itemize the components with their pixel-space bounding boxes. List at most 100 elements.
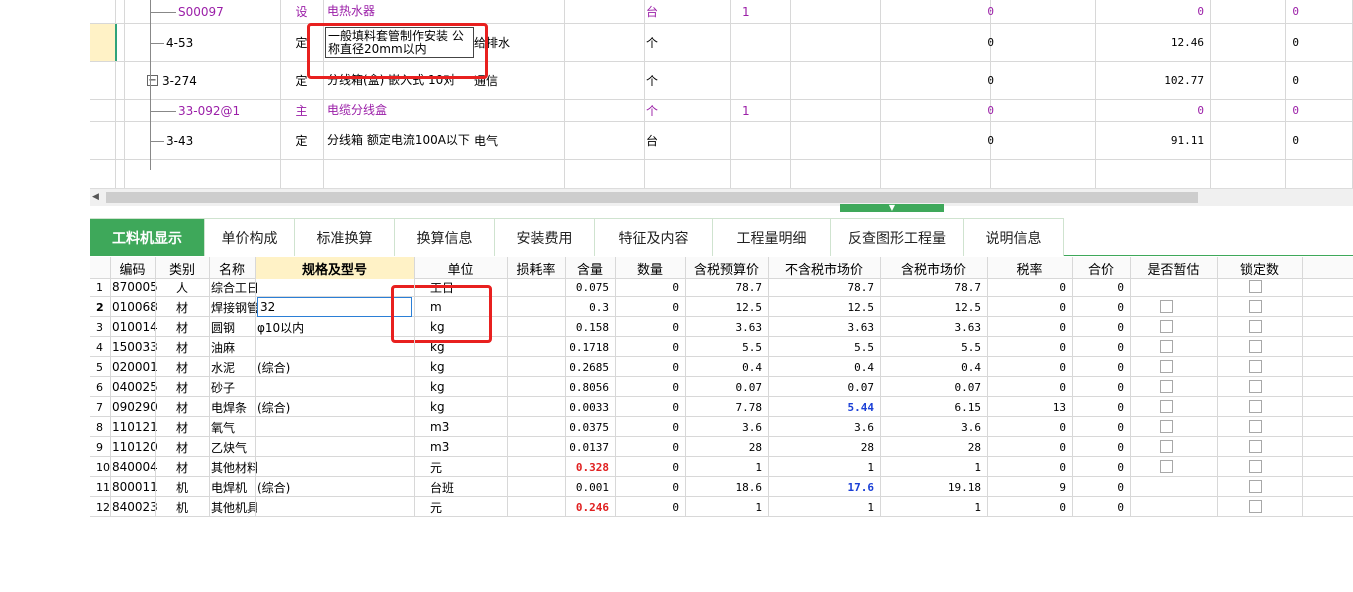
header-3[interactable]: 规格及型号 [255, 257, 414, 279]
table-row[interactable]: 5 020001 材水泥 (综合) kg 0.2685 0 0.4 0.4 0.4 0 0 [90, 357, 1353, 377]
lock-checkbox-icon[interactable] [1249, 420, 1262, 433]
cell-name[interactable]: 水泥 [211, 357, 257, 377]
panel-splitter-chevron-down-icon[interactable]: ▼ [840, 204, 944, 212]
tab-7[interactable]: 工程量明细 [713, 218, 831, 256]
cell-spec[interactable] [257, 497, 416, 517]
cell-content[interactable]: 0.3 [565, 297, 615, 317]
scroll-left-icon[interactable]: ◀ [92, 192, 104, 204]
header-10[interactable]: 含税市场价 [880, 257, 987, 279]
header-14[interactable]: 锁定数 [1217, 257, 1302, 279]
estimate-checkbox-icon[interactable] [1160, 440, 1173, 453]
tab-1[interactable]: 工料机显示 [90, 218, 205, 256]
cell-name[interactable]: 电焊条 [211, 397, 257, 417]
cell-content[interactable]: 0.0033 [565, 397, 615, 417]
header-13[interactable]: 是否暂估 [1130, 257, 1217, 279]
horizontal-scrollbar[interactable]: ◀ [90, 188, 1353, 206]
lock-checkbox-icon[interactable] [1249, 300, 1262, 313]
table-row[interactable]: 9 110120 材乙炔气 m3 0.0137 0 28 28 28 0 0 [90, 437, 1353, 457]
cell-name[interactable]: 其他机具费 [211, 497, 257, 517]
lock-checkbox-icon[interactable] [1249, 340, 1262, 353]
cell-content[interactable]: 0.2685 [565, 357, 615, 377]
estimate-checkbox-icon[interactable] [1160, 400, 1173, 413]
cell-content[interactable]: 0.246 [565, 497, 615, 517]
top-row[interactable]: 3-43 定 分线箱 额定电流100A以下 电气 台 0 91.11 0 [90, 122, 1353, 160]
cell-content[interactable]: 0.8056 [565, 377, 615, 397]
table-row[interactable]: 7 090290 材电焊条 (综合) kg 0.0033 0 7.78 5.44 6.15 13 0 [90, 397, 1353, 417]
estimate-checkbox-icon[interactable] [1160, 380, 1173, 393]
table-row[interactable]: 12840023机其他机具费元0.246011100 [90, 497, 1353, 517]
table-row[interactable]: 6 040025 材砂子 kg 0.8056 0 0.07 0.07 0.07 0 0 [90, 377, 1353, 397]
table-row[interactable]: 4 150033 材油麻 kg 0.1718 0 5.5 5.5 5.5 0 0 [90, 337, 1353, 357]
lock-checkbox-icon[interactable] [1249, 320, 1262, 333]
header-8[interactable]: 含税预算价 [685, 257, 768, 279]
table-row[interactable]: 1 870005 人综合工日 工日 0.075 0 78.7 78.7 78.7 0 0 [90, 277, 1353, 297]
tab-4[interactable]: 换算信息 [395, 218, 495, 256]
estimate-checkbox-icon[interactable] [1160, 320, 1173, 333]
estimate-checkbox-icon[interactable] [1160, 420, 1173, 433]
cell-name[interactable]: 乙炔气 [211, 437, 257, 457]
spec-edit-input[interactable]: 32 [257, 297, 412, 317]
header-5[interactable]: 损耗率 [507, 257, 565, 279]
cell-name[interactable]: 综合工日 [211, 277, 257, 297]
cell-name[interactable]: 焊接钢管 [211, 297, 257, 317]
cell-content[interactable]: 0.001 [565, 477, 615, 497]
top-row[interactable]: S00097 设 电热水器 台 1 0 0 0 [90, 0, 1353, 24]
tab-9[interactable]: 说明信息 [964, 218, 1064, 256]
table-row[interactable]: 11 800011 机电焊机 (综合) 台班 0.001 0 18.6 17.6 19.18 9 0 [90, 477, 1353, 497]
row-selector[interactable] [90, 24, 115, 61]
cell-spec[interactable]: φ10以内 [257, 317, 416, 337]
cell-spec[interactable] [257, 377, 416, 397]
cell-content[interactable]: 0.0137 [565, 437, 615, 457]
cell-name[interactable]: 氧气 [211, 417, 257, 437]
header-11[interactable]: 税率 [987, 257, 1072, 279]
collapse-minus-box-icon[interactable]: − [147, 75, 158, 86]
cell-spec[interactable]: (综合) [257, 397, 416, 417]
estimate-checkbox-icon[interactable] [1160, 300, 1173, 313]
scrollbar-thumb[interactable] [106, 192, 1198, 203]
lock-checkbox-icon[interactable] [1249, 480, 1262, 493]
cell-spec[interactable] [257, 457, 416, 477]
lock-checkbox-icon[interactable] [1249, 380, 1262, 393]
cell-name[interactable]: 砂子 [211, 377, 257, 397]
estimate-checkbox-icon[interactable] [1160, 460, 1173, 473]
cell-spec[interactable]: (综合) [257, 477, 416, 497]
lock-checkbox-icon[interactable] [1249, 280, 1262, 293]
tab-6[interactable]: 特征及内容 [595, 218, 713, 256]
cell-content[interactable]: 0.0375 [565, 417, 615, 437]
table-row[interactable]: 10840004材其他材料费元0.328011100 [90, 457, 1353, 477]
cell-spec[interactable] [257, 337, 416, 357]
lock-checkbox-icon[interactable] [1249, 440, 1262, 453]
header-0[interactable]: 编码 [110, 257, 155, 279]
cell-content[interactable]: 0.075 [565, 277, 615, 297]
cell-content[interactable]: 0.1718 [565, 337, 615, 357]
table-row[interactable]: 8 110121 材氧气 m3 0.0375 0 3.6 3.6 3.6 0 0 [90, 417, 1353, 437]
estimate-checkbox-icon[interactable] [1160, 360, 1173, 373]
cell-content[interactable]: 0.158 [565, 317, 615, 337]
tab-5[interactable]: 安装费用 [495, 218, 595, 256]
lock-checkbox-icon[interactable] [1249, 460, 1262, 473]
cell-name[interactable]: 圆钢 [211, 317, 257, 337]
cell-spec[interactable] [257, 277, 416, 297]
cell-spec[interactable] [257, 417, 416, 437]
header-9[interactable]: 不含税市场价 [768, 257, 880, 279]
header-12[interactable]: 合价 [1072, 257, 1130, 279]
top-row[interactable]: −3-274 定 分线箱(盒) 嵌入式 10对 通信 个 0 102.77 0 [90, 62, 1353, 100]
cell-name[interactable]: 电焊机 [211, 477, 257, 497]
table-row[interactable]: 2 010068 材焊接钢管 32 m 0.3 0 12.5 12.5 12.5 0 0 [90, 297, 1353, 317]
estimate-checkbox-icon[interactable] [1160, 340, 1173, 353]
header-6[interactable]: 含量 [565, 257, 615, 279]
header-1[interactable]: 类别 [155, 257, 209, 279]
cell-name[interactable]: 油麻 [211, 337, 257, 357]
lock-checkbox-icon[interactable] [1249, 500, 1262, 513]
top-row[interactable]: 33-092@1 主 电缆分线盒 个 1 0 0 0 [90, 100, 1353, 122]
header-7[interactable]: 数量 [615, 257, 685, 279]
table-row[interactable]: 3 010014 材圆钢 φ10以内 kg 0.158 0 3.63 3.63 3.63 0 0 [90, 317, 1353, 337]
cell-spec[interactable]: (综合) [257, 357, 416, 377]
tab-2[interactable]: 单价构成 [205, 218, 295, 256]
header-4[interactable]: 单位 [414, 257, 507, 279]
lock-checkbox-icon[interactable] [1249, 400, 1262, 413]
top-row[interactable]: 4-53 定 一般填料套管制作安装 公称直径20mm以内 给排水 个 0 12.46 0 [90, 24, 1353, 62]
lock-checkbox-icon[interactable] [1249, 360, 1262, 373]
tab-3[interactable]: 标准换算 [295, 218, 395, 256]
cell-spec[interactable] [257, 437, 416, 457]
